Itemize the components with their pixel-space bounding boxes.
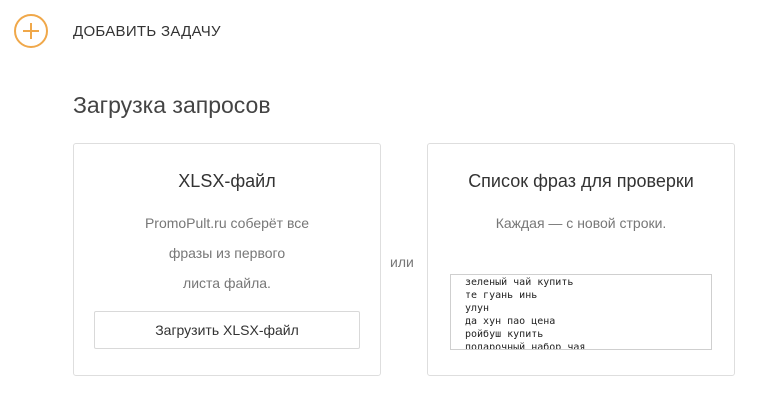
xlsx-desc-line: PromoPult.ru соберёт все (144, 215, 310, 231)
phrase-list-description: Каждая — с новой строки. (495, 215, 667, 231)
section-title: Загрузка запросов (73, 92, 271, 118)
xlsx-card-title: XLSX-файл (178, 171, 276, 191)
xlsx-card: XLSX-файл PromoPult.ru соберёт все фразы… (73, 143, 381, 376)
upload-xlsx-button[interactable]: Загрузить XLSX-файл (94, 311, 360, 349)
phrase-list-card: Список фраз для проверки Каждая — с ново… (427, 143, 735, 376)
phrase-list-title: Список фраз для проверки (468, 171, 694, 191)
add-task-label: ДОБАВИТЬ ЗАДАЧУ (73, 22, 221, 40)
xlsx-desc-line: фразы из первого (168, 245, 286, 261)
xlsx-desc-line: листа файла. (183, 275, 271, 291)
add-task-button[interactable]: ДОБАВИТЬ ЗАДАЧУ (14, 14, 221, 48)
phrases-textarea[interactable]: зеленый чай купить те гуань инь улун да … (450, 274, 712, 350)
xlsx-card-description: PromoPult.ru соберёт все фразы из первог… (122, 208, 332, 298)
or-separator: или (390, 254, 414, 270)
plus-circle-icon (14, 14, 48, 48)
